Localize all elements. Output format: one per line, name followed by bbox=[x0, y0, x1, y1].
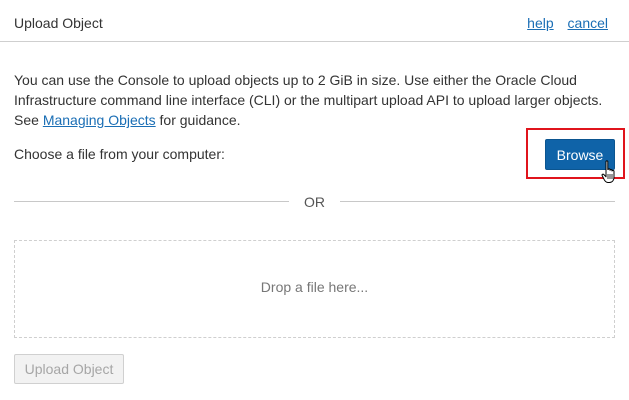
upload-object-dialog: Upload Object help cancel You can use th… bbox=[0, 0, 629, 400]
header-links: help cancel bbox=[517, 15, 608, 31]
hand-pointer-icon bbox=[601, 160, 615, 183]
file-dropzone[interactable]: Drop a file here... bbox=[14, 240, 615, 338]
cancel-link[interactable]: cancel bbox=[568, 15, 608, 31]
help-link[interactable]: help bbox=[527, 15, 553, 31]
description: You can use the Console to upload object… bbox=[14, 70, 614, 130]
description-text-end: for guidance. bbox=[155, 112, 241, 128]
choose-file-label: Choose a file from your computer: bbox=[14, 146, 225, 162]
or-separator: OR bbox=[14, 192, 615, 212]
separator-line-right bbox=[340, 201, 615, 202]
managing-objects-link[interactable]: Managing Objects bbox=[43, 112, 156, 128]
dropzone-text: Drop a file here... bbox=[260, 279, 369, 295]
dialog-title: Upload Object bbox=[14, 15, 103, 31]
or-text: OR bbox=[304, 194, 325, 210]
upload-object-button[interactable]: Upload Object bbox=[14, 354, 124, 384]
dialog-header: Upload Object help cancel bbox=[0, 0, 629, 42]
